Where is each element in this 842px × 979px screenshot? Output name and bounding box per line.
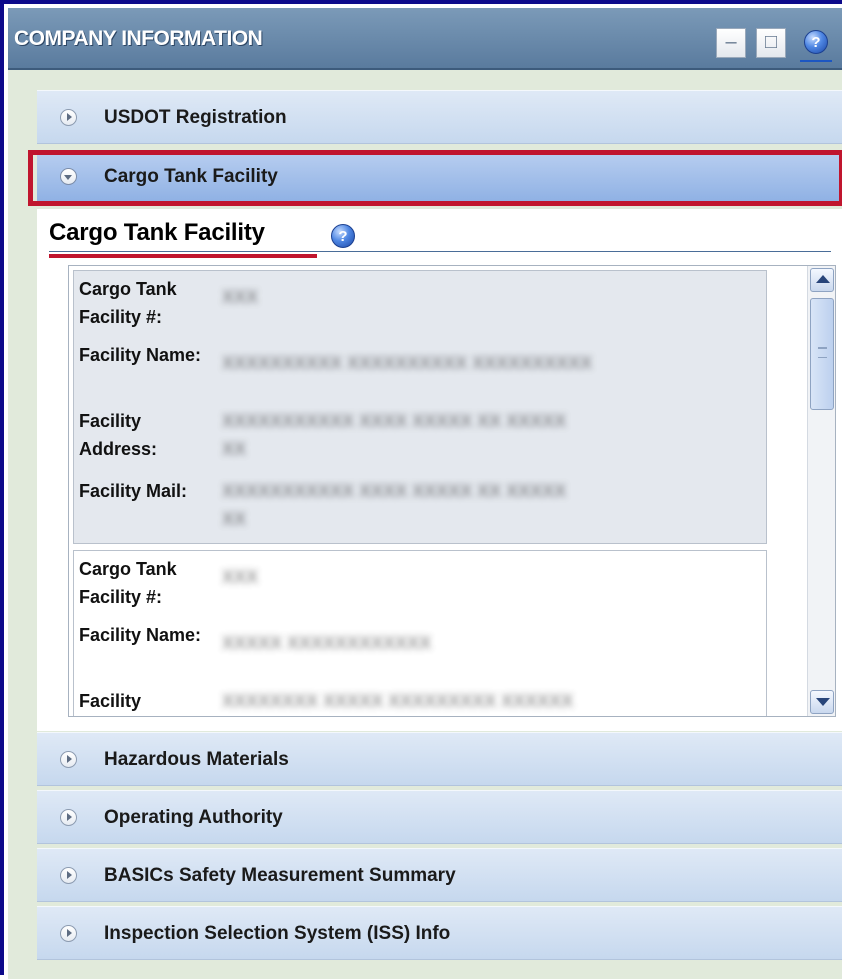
- facility-list[interactable]: Cargo Tank Facility #: XXX Facility Name…: [68, 265, 836, 717]
- maximize-button[interactable]: □: [756, 28, 786, 58]
- facility-name-value: XXXXX XXXXXXXXXXXX: [222, 633, 432, 653]
- help-icon: ?: [804, 30, 828, 54]
- facility-address-label: Facility Address:: [79, 411, 158, 459]
- chevron-right-icon: [60, 867, 77, 884]
- window-help-button[interactable]: ?: [800, 26, 832, 62]
- section-title: Cargo Tank Facility: [49, 219, 265, 246]
- help-icon[interactable]: ?: [331, 224, 355, 248]
- facility-mail-value-2: XX: [222, 509, 247, 529]
- accordion-label: Hazardous Materials: [104, 749, 289, 770]
- accordion-label: Operating Authority: [104, 807, 283, 828]
- chevron-down-icon: [60, 168, 77, 185]
- accordion-hazardous-materials[interactable]: Hazardous Materials: [37, 732, 842, 786]
- chevron-right-icon: [60, 925, 77, 942]
- facility-card: Cargo Tank Facility #: XXX Facility Name…: [73, 550, 767, 716]
- chevron-right-icon: [60, 751, 77, 768]
- facility-number-label: Cargo Tank Facility #:: [79, 279, 177, 327]
- accordion-basics-safety-summary[interactable]: BASICs Safety Measurement Summary: [37, 848, 842, 902]
- scroll-thumb[interactable]: [810, 298, 834, 410]
- facility-number-label: Cargo Tank Facility #:: [79, 559, 177, 607]
- company-info-window: COMPANY INFORMATION – □ ? USDOT Registra…: [0, 0, 842, 979]
- section-divider: [49, 251, 831, 252]
- accordion-usdot-registration[interactable]: USDOT Registration: [37, 90, 842, 144]
- minimize-button[interactable]: –: [716, 28, 746, 58]
- facility-mail-value: XXXXXXXXXXX XXXX XXXXX XX XXXXX: [222, 481, 567, 501]
- window-title: COMPANY INFORMATION: [14, 27, 263, 50]
- scroll-up-button[interactable]: [810, 268, 834, 292]
- title-underline: [49, 254, 317, 258]
- facility-address-value: XXXXXXXXXXX XXXX XXXXX XX XXXXX: [222, 411, 567, 431]
- facility-name-label: Facility Name:: [79, 345, 202, 365]
- facility-name-label: Facility Name:: [79, 625, 202, 645]
- cargo-tank-panel: Cargo Tank Facility ? Cargo Tank Facilit…: [37, 209, 842, 731]
- facility-address-label: Facility: [79, 691, 142, 711]
- accordion-iss-info[interactable]: Inspection Selection System (ISS) Info: [37, 906, 842, 960]
- accordion-label: USDOT Registration: [104, 107, 287, 128]
- accordion-label: Cargo Tank Facility: [104, 166, 278, 187]
- chevron-right-icon: [60, 809, 77, 826]
- accordion-pane: USDOT Registration Cargo Tank Facility C…: [8, 70, 842, 979]
- scroll-down-button[interactable]: [810, 690, 834, 714]
- facility-name-value: XXXXXXXXXX XXXXXXXXXX XXXXXXXXXX: [222, 353, 593, 373]
- facility-card: Cargo Tank Facility #: XXX Facility Name…: [73, 270, 767, 544]
- facility-number-value: XXX: [222, 567, 259, 587]
- accordion-cargo-tank-facility[interactable]: Cargo Tank Facility: [37, 152, 842, 202]
- facility-address-value-2: XX: [222, 439, 247, 459]
- accordion-label: Inspection Selection System (ISS) Info: [104, 923, 451, 944]
- facility-address-value: XXXXXXXX XXXXX XXXXXXXXX XXXXXX: [222, 691, 574, 711]
- facility-mail-label: Facility Mail:: [79, 481, 188, 501]
- accordion-operating-authority[interactable]: Operating Authority: [37, 790, 842, 844]
- window-titlebar: COMPANY INFORMATION – □ ?: [8, 8, 842, 70]
- chevron-right-icon: [60, 109, 77, 126]
- facility-number-value: XXX: [222, 287, 259, 307]
- accordion-label: BASICs Safety Measurement Summary: [104, 865, 456, 886]
- vertical-scrollbar[interactable]: [807, 266, 835, 716]
